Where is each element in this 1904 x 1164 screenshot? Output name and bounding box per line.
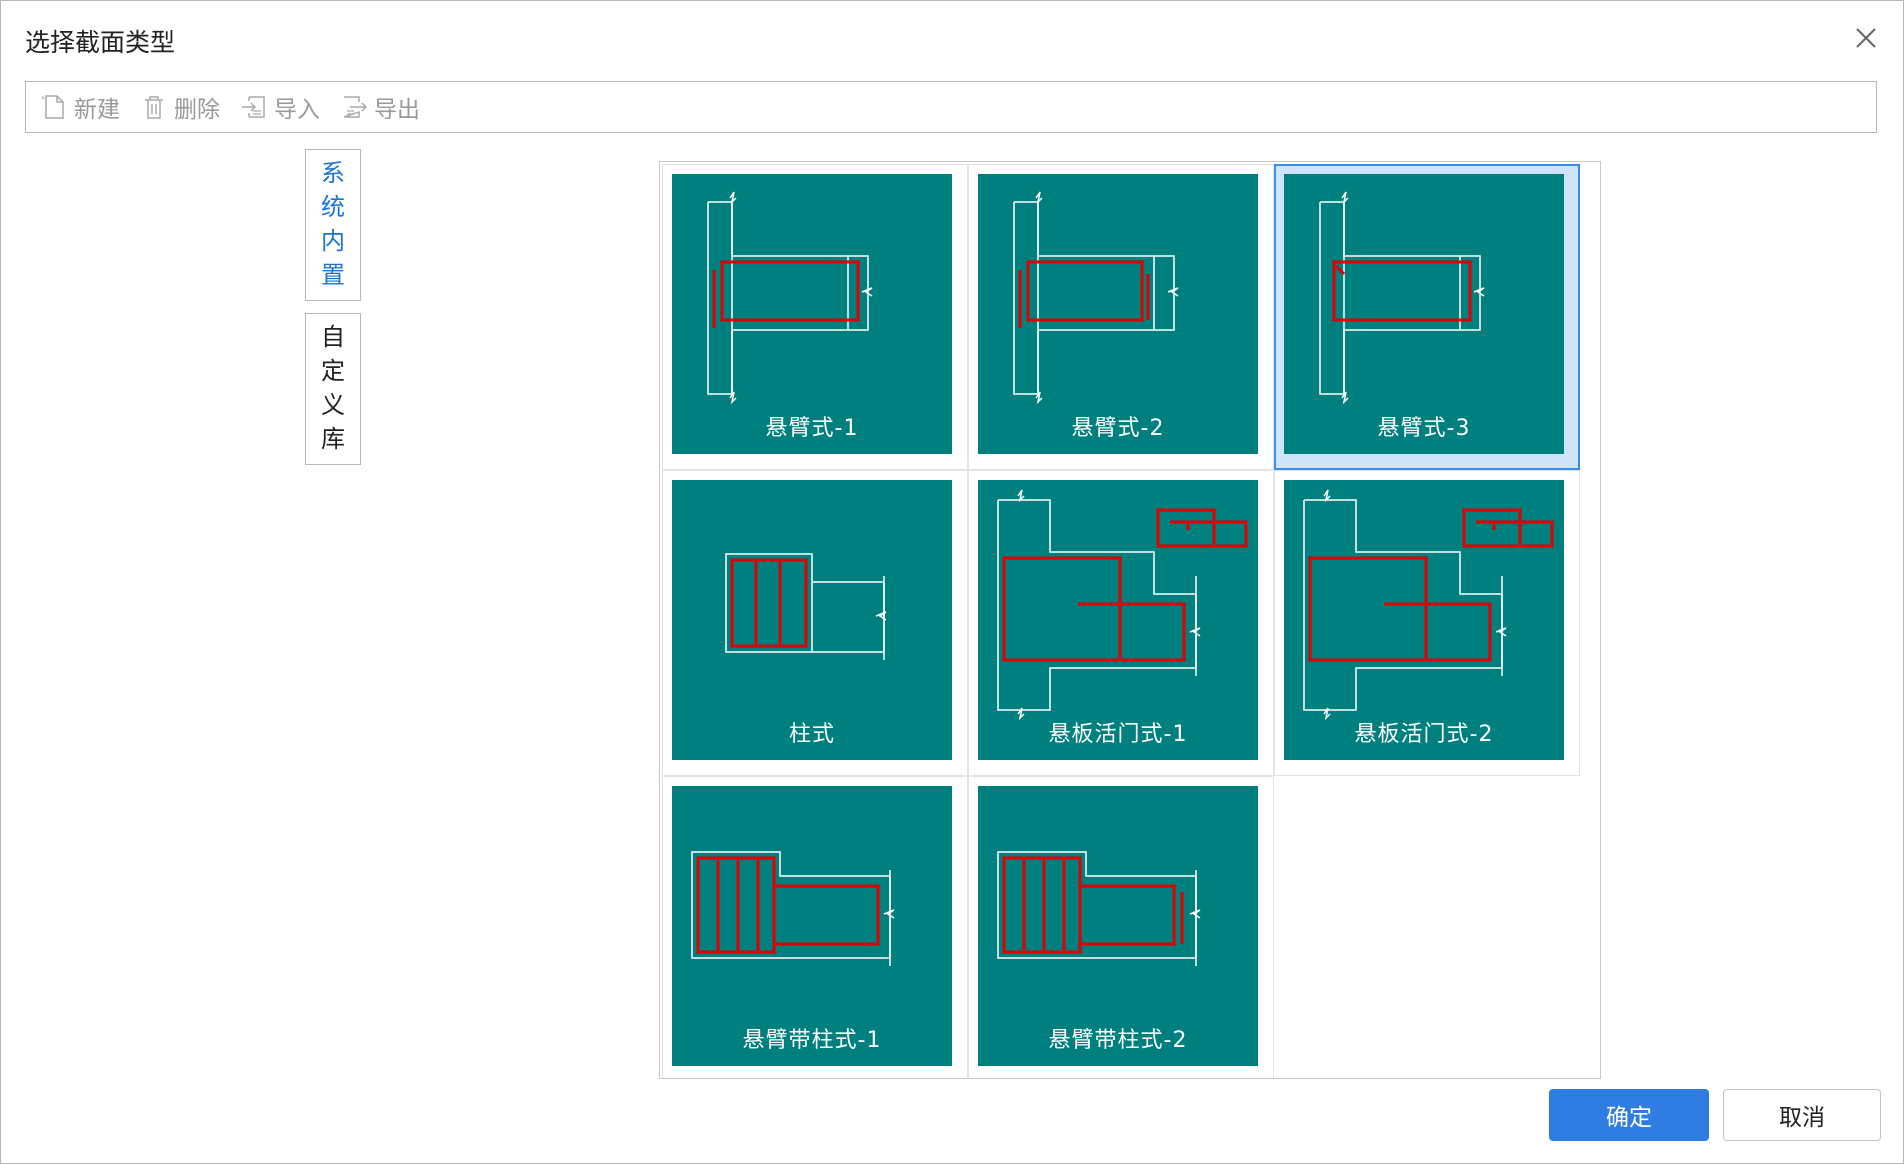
delete-button-label: 删除	[174, 97, 220, 123]
tab-char: 内	[321, 227, 345, 255]
close-icon[interactable]	[1851, 23, 1881, 53]
section-label: 悬臂式-2	[1071, 416, 1165, 441]
section-tile-cantilever-2[interactable]: 悬臂式-2	[968, 164, 1274, 470]
toolbar: * 新建 删除 导入 导出	[25, 81, 1877, 133]
section-label: 悬板活门式-1	[1048, 722, 1188, 747]
tab-char: 系	[321, 159, 345, 187]
section-type-grid: 悬臂式-1 悬臂式-2 悬臂式-3 柱式 悬板活门式-1 悬板活门式-2 悬臂带…	[659, 161, 1601, 1079]
import-icon	[242, 96, 265, 118]
trash-icon	[145, 96, 163, 119]
tab-system-builtin[interactable]: 系 统 内 置	[305, 149, 361, 301]
section-tile-cantilever-column-2[interactable]: 悬臂带柱式-2	[968, 776, 1274, 1078]
dialog-title: 选择截面类型	[25, 28, 176, 57]
section-label: 悬板活门式-2	[1354, 722, 1494, 747]
section-label: 柱式	[788, 722, 835, 747]
export-button-label: 导出	[374, 97, 420, 123]
new-file-icon: *	[41, 95, 64, 119]
tab-char: 义	[321, 391, 345, 419]
ok-button[interactable]: 确定	[1549, 1089, 1709, 1141]
section-tile-cantilever-3[interactable]: 悬臂式-3	[1274, 164, 1580, 470]
section-tile-cantilever-1[interactable]: 悬臂式-1	[662, 164, 968, 470]
import-button-label: 导入	[274, 97, 320, 123]
delete-button[interactable]: 删除	[140, 90, 220, 124]
section-label: 悬臂式-1	[765, 416, 859, 441]
svg-text:*: *	[41, 95, 45, 104]
section-tile-cantilever-column-1[interactable]: 悬臂带柱式-1	[662, 776, 968, 1078]
section-label: 悬臂式-3	[1377, 416, 1471, 441]
export-icon	[343, 96, 368, 118]
select-section-type-dialog: 选择截面类型 * 新建 删除 导入 导出 系 统 内 置 自 定 义 库 悬臂式…	[0, 0, 1904, 1164]
section-label: 悬臂带柱式-1	[742, 1028, 882, 1053]
tab-custom-library[interactable]: 自 定 义 库	[305, 313, 361, 465]
section-tile-hanging-flap-1[interactable]: 悬板活门式-1	[968, 470, 1274, 776]
tab-char: 定	[321, 357, 345, 385]
export-button[interactable]: 导出	[340, 90, 420, 124]
tab-char: 统	[321, 193, 345, 221]
tab-char: 自	[321, 323, 345, 351]
section-label: 悬臂带柱式-2	[1048, 1028, 1188, 1053]
import-button[interactable]: 导入	[240, 90, 320, 124]
cancel-button[interactable]: 取消	[1723, 1089, 1881, 1141]
section-tile-column[interactable]: 柱式	[662, 470, 968, 776]
tab-char: 库	[321, 425, 345, 453]
section-tile-hanging-flap-2[interactable]: 悬板活门式-2	[1274, 470, 1580, 776]
new-button[interactable]: * 新建	[40, 90, 120, 124]
new-button-label: 新建	[74, 97, 120, 123]
tab-char: 置	[321, 261, 345, 289]
